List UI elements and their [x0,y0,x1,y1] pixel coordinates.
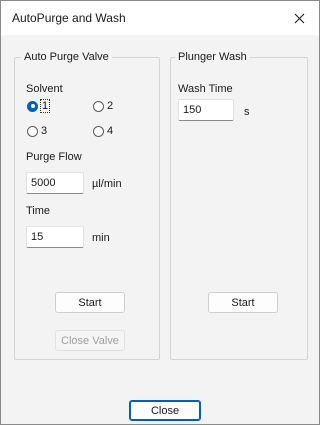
radio-unchecked-icon [27,125,38,137]
solvent-radio-2-label: 2 [107,100,114,112]
purge-flow-label: Purge Flow [26,151,82,163]
close-valve-button[interactable]: Close Valve [55,330,125,351]
wash-start-button[interactable]: Start [208,292,278,313]
radio-checked-icon [27,100,38,112]
purge-start-button[interactable]: Start [55,292,125,313]
purge-flow-unit: µl/min [92,178,122,190]
solvent-radio-2[interactable]: 2 [93,100,113,112]
purge-flow-input[interactable]: 5000 [26,172,84,194]
time-input[interactable]: 15 [26,226,84,248]
auto-purge-valve-group-label: Auto Purge Valve [21,51,112,63]
close-icon [294,13,304,23]
solvent-radio-1-label: 1 [39,99,51,113]
solvent-label: Solvent [26,83,63,95]
autopurge-dialog: AutoPurge and Wash Auto Purge Valve Solv… [0,0,320,425]
time-unit: min [92,232,110,244]
title-bar: AutoPurge and Wash [1,1,319,35]
wash-time-label: Wash Time [178,83,233,95]
solvent-radio-3-label: 3 [41,125,48,137]
close-button[interactable]: Close [129,400,201,421]
plunger-wash-group-label: Plunger Wash [175,51,250,63]
radio-unchecked-icon [93,100,104,112]
solvent-radio-4-label: 4 [107,125,114,137]
window-title: AutoPurge and Wash [12,11,126,25]
solvent-radio-1[interactable]: 1 [27,99,51,113]
radio-unchecked-icon [93,125,104,137]
time-label: Time [26,205,51,217]
window-close-button[interactable] [281,1,317,35]
solvent-radio-3[interactable]: 3 [27,125,47,137]
wash-time-input[interactable]: 150 [178,99,234,121]
wash-time-unit: s [244,106,250,118]
solvent-radio-4[interactable]: 4 [93,125,113,137]
